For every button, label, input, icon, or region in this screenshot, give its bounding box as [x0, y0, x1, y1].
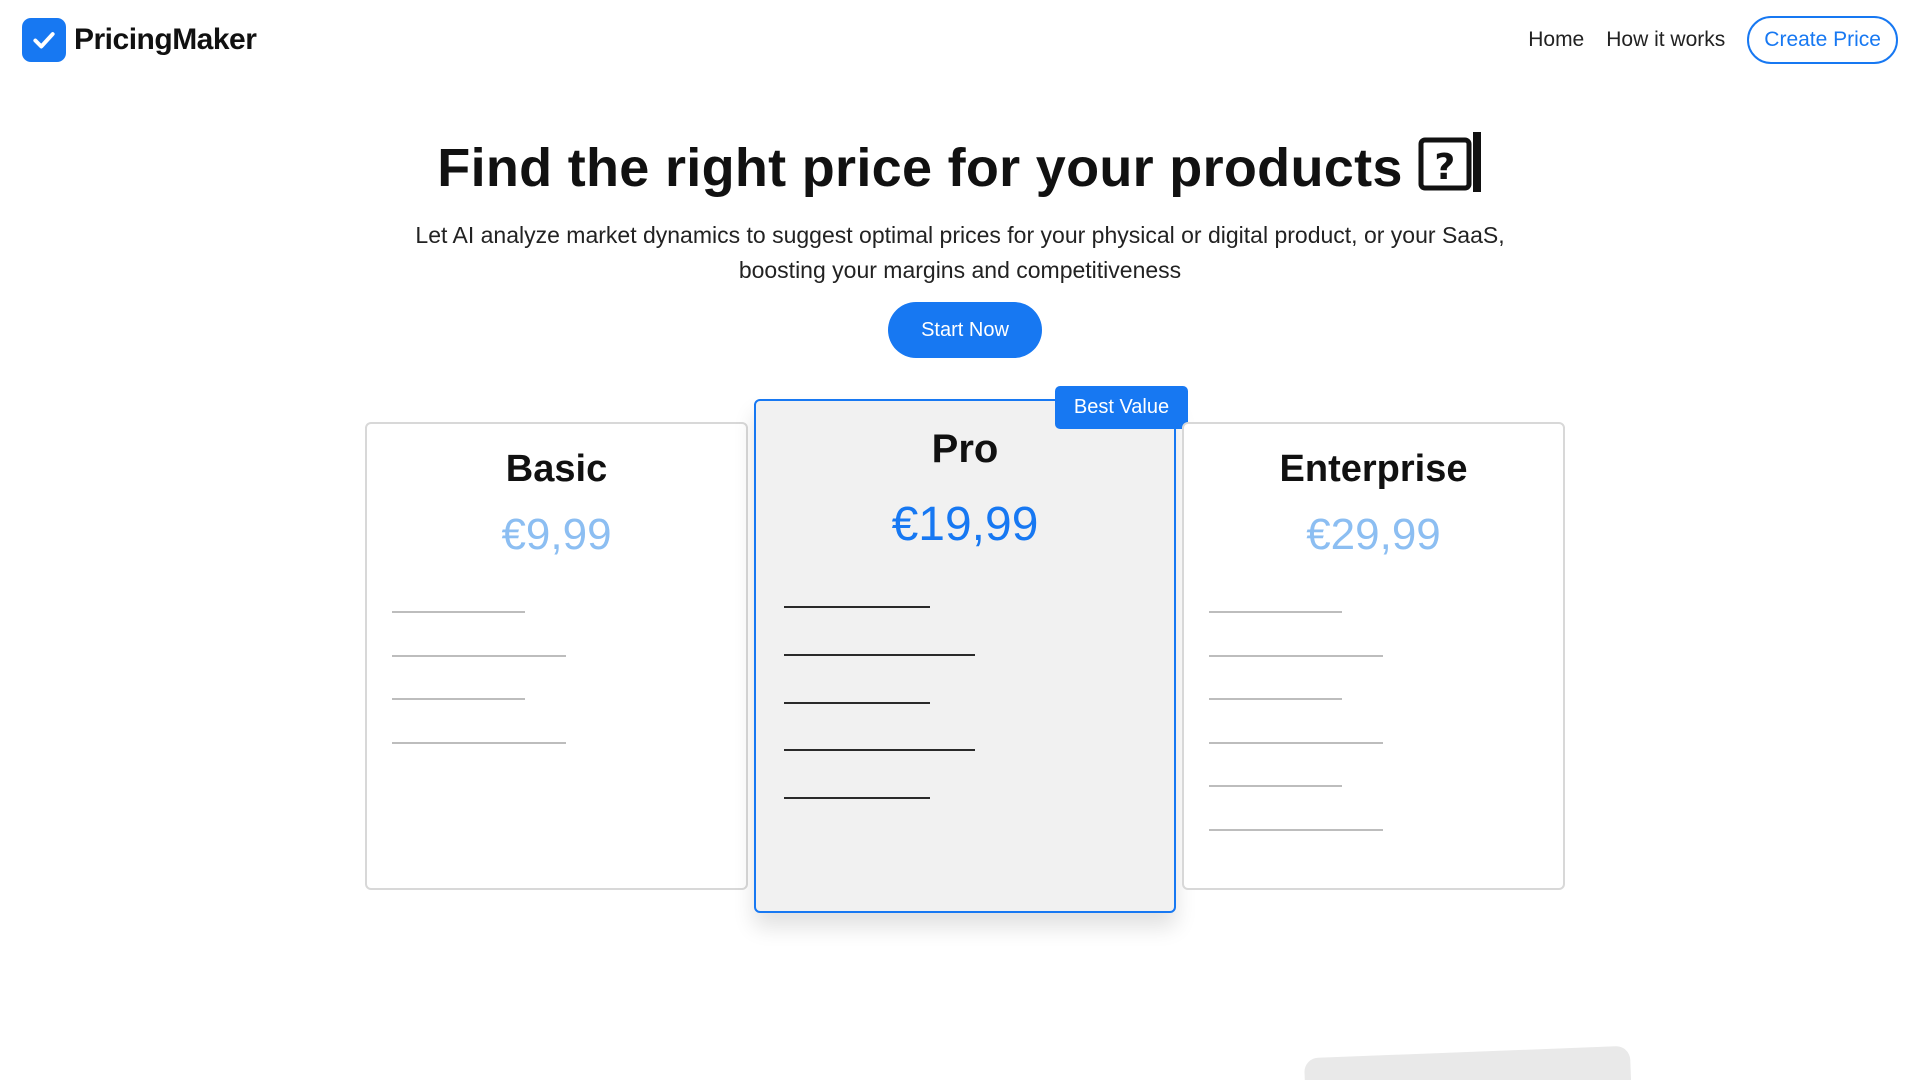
plan-name: Enterprise — [1279, 448, 1468, 490]
feature-placeholder-line — [1209, 655, 1383, 657]
nav-how-it-works-link[interactable]: How it works — [1606, 28, 1725, 52]
hero-subtitle-line-2: boosting your margins and competitivenes… — [738, 257, 1182, 283]
main-nav: Home How it works Create Price — [1528, 16, 1898, 64]
decorative-card-shape — [1303, 1045, 1633, 1080]
feature-placeholder-line — [1209, 698, 1342, 700]
feature-placeholder-line — [784, 654, 975, 656]
plan-card-enterprise[interactable]: Enterprise €29,99 — [1182, 422, 1565, 890]
check-icon — [22, 18, 66, 62]
plan-name: Pro — [931, 427, 999, 471]
feature-placeholder-line — [392, 655, 566, 657]
logo[interactable]: PricingMaker — [22, 18, 257, 62]
plan-price: €19,99 — [891, 498, 1039, 551]
hero-title-text: Find the right price for your products — [437, 138, 1403, 198]
feature-placeholder-line — [784, 702, 930, 704]
best-value-badge: Best Value — [1055, 386, 1188, 429]
logo-text: PricingMaker — [74, 23, 257, 56]
feature-placeholder-line — [392, 611, 525, 613]
hero-subtitle-line-1: Let AI analyze market dynamics to sugges… — [415, 222, 1505, 248]
feature-placeholder-line — [1209, 611, 1342, 613]
create-price-button[interactable]: Create Price — [1747, 16, 1898, 64]
feature-placeholder-line — [392, 742, 566, 744]
plan-card-basic[interactable]: Basic €9,99 — [365, 422, 748, 890]
plan-card-pro[interactable]: Pro €19,99 — [754, 399, 1176, 913]
site-header: PricingMaker Home How it works Create Pr… — [0, 0, 1920, 80]
plan-price: €29,99 — [1306, 510, 1441, 559]
feature-placeholder-line — [784, 797, 930, 799]
hero-subtitle: Let AI analyze market dynamics to sugges… — [320, 218, 1600, 288]
plan-price: €9,99 — [501, 510, 612, 559]
feature-placeholder-line — [1209, 785, 1342, 787]
start-now-button[interactable]: Start Now — [888, 302, 1042, 358]
hero-title: Find the right price for your products? — [0, 132, 1920, 207]
nav-home-link[interactable]: Home — [1528, 28, 1584, 52]
question-box-icon: ? — [1417, 132, 1483, 207]
feature-placeholder-line — [1209, 742, 1383, 744]
plan-name: Basic — [505, 448, 608, 490]
feature-placeholder-line — [1209, 829, 1383, 831]
feature-placeholder-line — [392, 698, 525, 700]
feature-placeholder-line — [784, 749, 975, 751]
feature-placeholder-line — [784, 606, 930, 608]
svg-text:?: ? — [1434, 147, 1455, 188]
